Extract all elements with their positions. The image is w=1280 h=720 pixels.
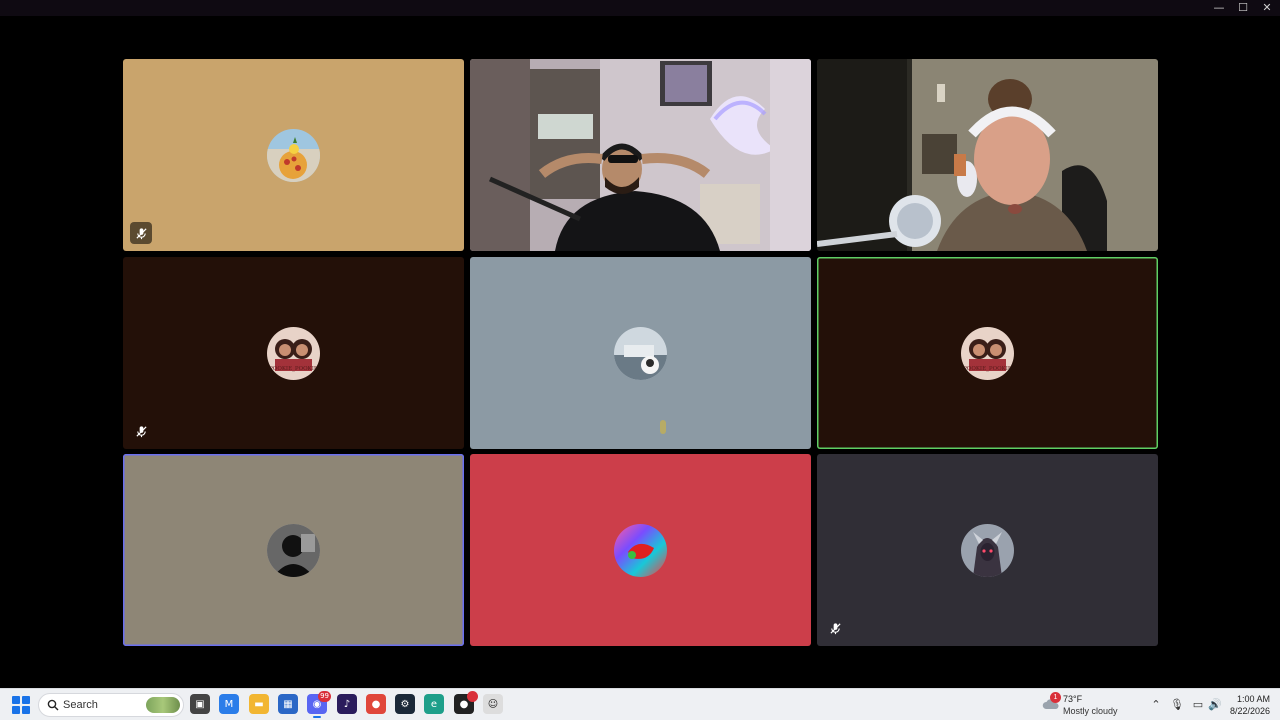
participant-tile[interactable]: POOKIE_POOKIE	[817, 257, 1158, 449]
search-highlight-image	[146, 697, 180, 713]
notification-badge	[467, 691, 478, 702]
participant-tile[interactable]	[123, 454, 464, 646]
tux-icon: ☺	[487, 698, 499, 710]
taskbar-app-file-explorer[interactable]: ▬	[249, 694, 269, 714]
participant-avatar: POOKIE_POOKIE	[961, 327, 1014, 380]
volume-icon[interactable]: 🔊	[1208, 698, 1222, 712]
msn-icon: M	[224, 698, 234, 710]
avatar-text: POOKIE_POOKIE	[269, 366, 318, 372]
display-icon[interactable]: ▭	[1191, 698, 1205, 712]
taskbar-app-edge[interactable]: e	[424, 694, 444, 714]
minimize-button[interactable]: —	[1212, 1, 1226, 15]
chevron-up-icon[interactable]: ⌃	[1149, 698, 1163, 712]
participant-video-tile[interactable]	[817, 59, 1158, 251]
participant-video-tile[interactable]	[470, 59, 811, 251]
taskbar-app-media-player[interactable]: ●	[454, 691, 478, 714]
participant-avatar	[267, 524, 320, 577]
speaking-indicator-icon	[660, 420, 666, 434]
start-button[interactable]	[12, 696, 30, 714]
taskbar-app-amazon-music[interactable]: ♪	[337, 694, 357, 714]
maximize-button[interactable]: ☐	[1236, 1, 1250, 15]
taskbar-app-chrome[interactable]: ●	[366, 694, 386, 714]
taskbar-app-microsoft-store[interactable]: ▦	[278, 694, 298, 714]
muted-mic-icon	[130, 420, 152, 442]
taskbar-app-tux[interactable]: ☺	[483, 694, 503, 714]
participant-avatar	[267, 129, 320, 182]
close-button[interactable]: ✕	[1260, 1, 1274, 15]
participant-tile[interactable]: POOKIE_POOKIE	[123, 257, 464, 449]
taskbar-app-msn[interactable]: M	[219, 694, 239, 714]
taskbar: Search ▣ M ▬ ▦ ◉ 99 ♪ ● ⚙ e ● ☺ 1 73°F Mostly clou…	[0, 688, 1280, 720]
microphone-icon[interactable]: 🎙	[1170, 698, 1184, 712]
participant-avatar	[614, 327, 667, 380]
taskbar-app-steam[interactable]: ⚙	[395, 694, 415, 714]
task-view-icon: ▣	[195, 698, 205, 710]
windows-logo-icon	[12, 696, 20, 704]
search-label: Search	[63, 699, 98, 711]
clock-time: 1:00 AM	[1236, 694, 1270, 704]
muted-mic-icon	[130, 222, 152, 244]
file-explorer-icon: ▬	[254, 698, 264, 710]
chrome-icon: ●	[371, 698, 381, 710]
window-controls: — ☐ ✕	[1212, 1, 1274, 15]
amazon-music-icon: ♪	[343, 698, 351, 710]
weather-temp: 73°F	[1063, 694, 1083, 704]
taskbar-app-discord[interactable]: ◉ 99	[307, 691, 331, 718]
muted-mic-icon	[824, 617, 846, 639]
participant-tile[interactable]	[470, 257, 811, 449]
clock-date: 8/22/2026	[1229, 706, 1270, 716]
participant-avatar	[614, 524, 667, 577]
avatar-text: POOKIE_POOKIE	[963, 366, 1012, 372]
participant-tile[interactable]	[123, 59, 464, 251]
title-bar: — ☐ ✕	[0, 0, 1280, 16]
clock[interactable]: 1:00 AM 8/22/2026	[1230, 693, 1270, 717]
participant-avatar: POOKIE_POOKIE	[267, 327, 320, 380]
video-feed	[817, 59, 1158, 251]
notification-badge: 99	[318, 691, 331, 702]
participant-tile[interactable]	[470, 454, 811, 646]
video-feed	[470, 59, 811, 251]
weather-widget[interactable]: 1 73°F Mostly cloudy	[1040, 692, 1130, 718]
taskbar-app-task-view[interactable]: ▣	[190, 694, 210, 714]
media-player-icon: ●	[459, 698, 469, 710]
taskbar-search[interactable]: Search	[38, 693, 184, 717]
weather-alert-badge: 1	[1050, 692, 1061, 703]
edge-icon: e	[430, 698, 438, 710]
weather-desc: Mostly cloudy	[1063, 706, 1118, 716]
microsoft-store-icon: ▦	[283, 698, 293, 710]
search-icon	[47, 699, 59, 711]
steam-icon: ⚙	[400, 698, 410, 710]
participant-tile[interactable]	[817, 454, 1158, 646]
participant-avatar	[961, 524, 1014, 577]
